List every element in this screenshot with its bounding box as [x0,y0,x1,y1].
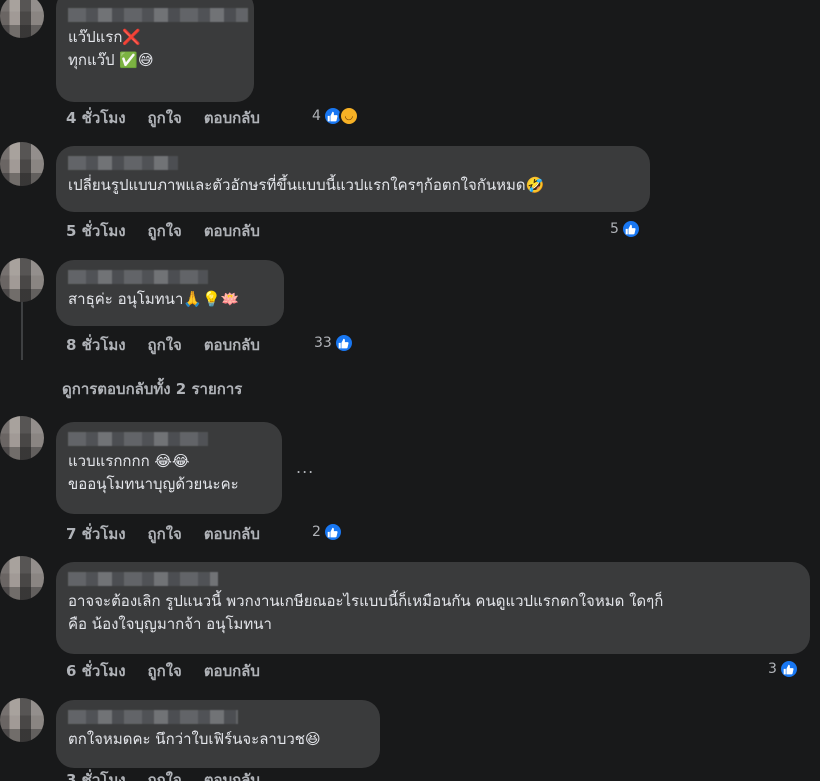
like-button[interactable]: ถูกใจ [148,768,182,781]
comment-text: สาธุค่ะ อนุโมทนา🙏💡🪷 [68,290,240,308]
like-button[interactable]: ถูกใจ [148,659,182,683]
comment-bubble: แวบแรกกกก 😂😂 ขออนุโมทนาบุญด้วยนะคะ [56,422,282,514]
commenter-name[interactable] [68,710,238,724]
reaction-count: 33 [314,335,332,351]
reaction-count: 4 [312,108,321,124]
comment-text: คือ น้องใจบุญมากจ้า อนุโมทนา [68,615,272,633]
comment-text: แว๊ปแรก❌ [68,28,142,46]
thumbs-up-icon [322,522,343,542]
timestamp[interactable]: 6 ชั่วโมง [66,659,126,683]
comment-text: ขออนุโมทนาบุญด้วยนะคะ [68,475,239,493]
reaction-summary[interactable]: 2 [312,522,343,542]
avatar[interactable] [0,698,44,742]
comment-text: แวบแรกกกก 😂😂 [68,452,190,470]
comment-text: อาจจะต้องเลิก รูปแนวนี้ พวกงานเกษียณอะไร… [68,592,664,610]
like-button[interactable]: ถูกใจ [148,106,182,130]
timestamp[interactable]: 3 ชั่วโมง [66,768,126,781]
reply-button[interactable]: ตอบกลับ [204,522,260,546]
reaction-count: 3 [768,661,777,677]
comment-actions: 3 ชั่วโมง ถูกใจ ตอบกลับ [66,768,260,781]
reaction-summary[interactable]: 3 [768,659,799,679]
reaction-count: 5 [610,221,619,237]
reply-button[interactable]: ตอบกลับ [204,333,260,357]
reaction-count: 2 [312,524,321,540]
comment-text: เปลี่ยนรูปแบบภาพและตัวอักษรที่ขึ้นแบบนี้… [68,176,545,194]
comment-bubble: แว๊ปแรก❌ ทุกแว๊ป ✅😅 [56,0,254,102]
commenter-name[interactable] [68,8,248,22]
timestamp[interactable]: 8 ชั่วโมง [66,333,126,357]
reaction-summary[interactable]: 4 ◡ [312,106,359,126]
avatar[interactable] [0,0,44,38]
like-button[interactable]: ถูกใจ [148,219,182,243]
thumbs-up-icon [333,333,354,353]
comment-actions: 5 ชั่วโมง ถูกใจ ตอบกลับ [66,219,260,243]
avatar[interactable] [0,416,44,460]
timestamp[interactable]: 4 ชั่วโมง [66,106,126,130]
comment-bubble: ตกใจหมดคะ นึกว่าใบเฟิร์นจะลาบวช😆 [56,700,380,768]
laughing-face-icon: ◡ [338,106,359,126]
comment-actions: 7 ชั่วโมง ถูกใจ ตอบกลับ [66,522,260,546]
ellipsis-icon[interactable]: ... [296,458,314,477]
reply-button[interactable]: ตอบกลับ [204,106,260,130]
comment-text: ทุกแว๊ป ✅😅 [68,51,154,69]
comments-section: แว๊ปแรก❌ ทุกแว๊ป ✅😅 4 ชั่วโมง ถูกใจ ตอบก… [0,0,820,781]
thread-line [21,300,23,360]
comment-actions: 8 ชั่วโมง ถูกใจ ตอบกลับ [66,333,260,357]
comment-text: ตกใจหมดคะ นึกว่าใบเฟิร์นจะลาบวช😆 [68,730,321,748]
comment-bubble: อาจจะต้องเลิก รูปแนวนี้ พวกงานเกษียณอะไร… [56,562,810,654]
reply-button[interactable]: ตอบกลับ [204,219,260,243]
commenter-name[interactable] [68,156,178,170]
reaction-summary[interactable]: 33 [314,333,354,353]
like-button[interactable]: ถูกใจ [148,522,182,546]
reply-button[interactable]: ตอบกลับ [204,768,260,781]
avatar[interactable] [0,258,44,302]
avatar[interactable] [0,556,44,600]
comment-actions: 6 ชั่วโมง ถูกใจ ตอบกลับ [66,659,260,683]
timestamp[interactable]: 7 ชั่วโมง [66,522,126,546]
comment-bubble: เปลี่ยนรูปแบบภาพและตัวอักษรที่ขึ้นแบบนี้… [56,146,650,212]
commenter-name[interactable] [68,572,218,586]
timestamp[interactable]: 5 ชั่วโมง [66,219,126,243]
thumbs-up-icon [778,659,799,679]
reply-button[interactable]: ตอบกลับ [204,659,260,683]
comment-actions: 4 ชั่วโมง ถูกใจ ตอบกลับ [66,106,260,130]
view-replies-link[interactable]: ดูการตอบกลับทั้ง 2 รายการ [62,377,242,401]
thumbs-up-icon [620,219,641,239]
like-button[interactable]: ถูกใจ [148,333,182,357]
commenter-name[interactable] [68,432,208,446]
avatar[interactable] [0,142,44,186]
comment-bubble: สาธุค่ะ อนุโมทนา🙏💡🪷 [56,260,284,326]
reaction-summary[interactable]: 5 [610,219,641,239]
commenter-name[interactable] [68,270,208,284]
